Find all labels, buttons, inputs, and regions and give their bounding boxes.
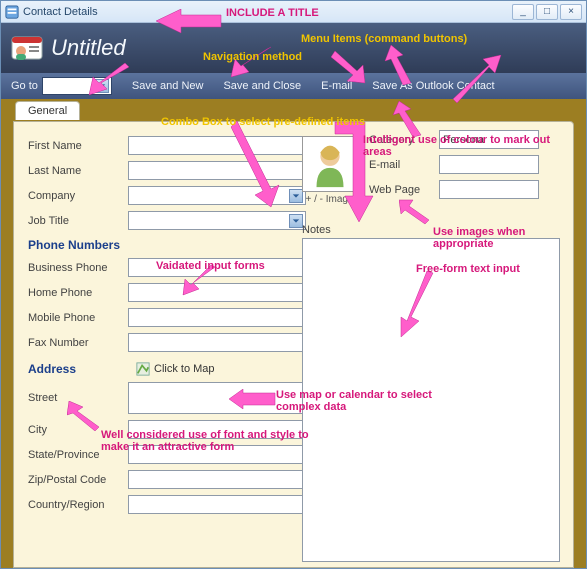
label-city: City <box>28 424 128 436</box>
label-job-title: Job Title <box>28 215 128 227</box>
notes-input[interactable] <box>302 238 560 562</box>
click-to-map-label: Click to Map <box>154 363 215 375</box>
label-first-name: First Name <box>28 140 128 152</box>
zip-input[interactable] <box>128 470 306 489</box>
label-last-name: Last Name <box>28 165 128 177</box>
chevron-down-icon[interactable] <box>289 189 303 203</box>
label-home-phone: Home Phone <box>28 287 128 299</box>
web-page-input[interactable] <box>439 180 539 199</box>
save-outlook-button[interactable]: Save As Outlook Contact <box>362 77 504 95</box>
person-icon <box>303 137 357 191</box>
business-phone-input[interactable] <box>128 258 306 277</box>
titlebar: Contact Details _ □ × <box>1 1 586 23</box>
country-input[interactable] <box>128 495 306 514</box>
first-name-input[interactable] <box>128 136 306 155</box>
chevron-down-icon[interactable] <box>289 214 303 228</box>
page-title: Untitled <box>51 35 126 61</box>
section-address: Address <box>28 362 76 376</box>
command-bar: Go to Save and New Save and Close E-mail… <box>1 73 586 99</box>
chevron-down-icon[interactable] <box>95 79 109 93</box>
goto-combo[interactable] <box>42 77 112 95</box>
save-and-close-button[interactable]: Save and Close <box>213 77 311 95</box>
window-title: Contact Details <box>23 6 98 18</box>
save-and-new-button[interactable]: Save and New <box>122 77 214 95</box>
city-input[interactable] <box>128 420 306 439</box>
app-window: Contact Details _ □ × Untitled Go to Sav… <box>0 0 587 569</box>
label-company: Company <box>28 190 128 202</box>
tab-general[interactable]: General <box>15 101 80 120</box>
general-panel: First Name Last Name Company Job Title P… <box>13 121 574 568</box>
header: Untitled <box>1 23 586 73</box>
label-country: Country/Region <box>28 499 128 511</box>
avatar-wrap: + / - Images <box>302 136 362 205</box>
avatar[interactable] <box>302 136 358 192</box>
fax-number-input[interactable] <box>128 333 306 352</box>
mobile-phone-input[interactable] <box>128 308 306 327</box>
right-column: CategoryPersona E-mail Web Page <box>369 130 569 205</box>
click-to-map-link[interactable]: Click to Map <box>136 362 215 376</box>
category-input[interactable]: Persona <box>439 130 539 149</box>
label-street: Street <box>28 392 128 404</box>
goto-label: Go to <box>7 78 42 94</box>
state-input[interactable] <box>128 445 306 464</box>
minimize-button[interactable]: _ <box>512 4 534 20</box>
contact-card-icon <box>11 32 43 64</box>
form-body: General First Name Last Name Company Job… <box>1 99 586 568</box>
last-name-input[interactable] <box>128 161 306 180</box>
job-title-combo[interactable] <box>128 211 306 230</box>
company-combo[interactable] <box>128 186 306 205</box>
label-notes: Notes <box>302 224 331 236</box>
close-button[interactable]: × <box>560 4 582 20</box>
label-mobile-phone: Mobile Phone <box>28 312 128 324</box>
email-input[interactable] <box>439 155 539 174</box>
avatar-caption: + / - Images <box>302 194 362 205</box>
label-zip: Zip/Postal Code <box>28 474 128 486</box>
label-state: State/Province <box>28 449 128 461</box>
street-input[interactable] <box>128 382 306 414</box>
label-category: Category <box>369 134 439 146</box>
form-icon <box>5 5 19 19</box>
maximize-button[interactable]: □ <box>536 4 558 20</box>
home-phone-input[interactable] <box>128 283 306 302</box>
label-web-page: Web Page <box>369 184 439 196</box>
label-fax-number: Fax Number <box>28 337 128 349</box>
email-button[interactable]: E-mail <box>311 77 362 95</box>
label-business-phone: Business Phone <box>28 262 128 274</box>
label-email: E-mail <box>369 159 439 171</box>
map-icon <box>136 362 150 376</box>
